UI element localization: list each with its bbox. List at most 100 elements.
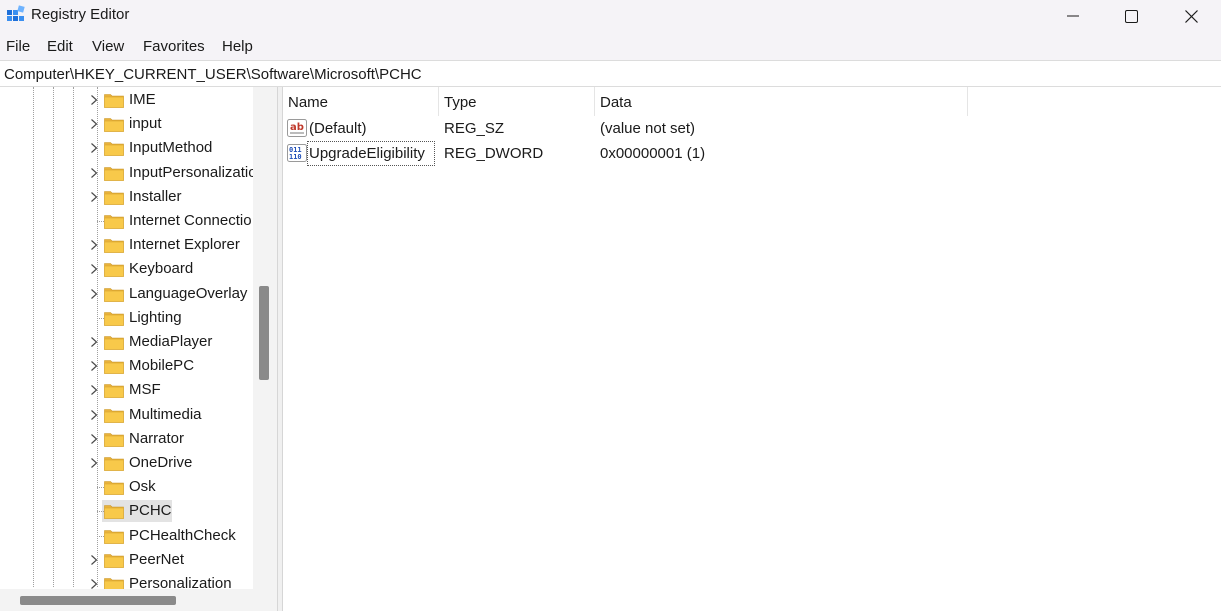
folder-icon: [104, 116, 124, 132]
tree-item[interactable]: input: [0, 112, 253, 136]
values-list-pane[interactable]: Name Type Data ab (Default) REG_SZ (valu…: [283, 87, 1221, 611]
column-header-name[interactable]: Name: [283, 87, 438, 116]
tree-vertical-scroll-thumb[interactable]: [259, 286, 269, 380]
menu-file[interactable]: File: [6, 38, 30, 55]
tree-item-label: PeerNet: [129, 550, 185, 568]
chevron-right-icon[interactable]: [88, 287, 100, 301]
column-header-type[interactable]: Type: [439, 87, 594, 116]
tree-item-label: MediaPlayer: [129, 333, 213, 350]
chevron-right-icon[interactable]: [88, 117, 100, 131]
tree-item[interactable]: Installer: [0, 185, 253, 209]
column-header-data-label: Data: [600, 94, 632, 111]
tree-item[interactable]: Multimedia: [0, 403, 253, 427]
folder-icon: [104, 165, 124, 181]
value-data: (value not set): [600, 120, 696, 137]
tree-item-label: IME: [129, 91, 156, 108]
address-bar[interactable]: Computer\HKEY_CURRENT_USER\Software\Micr…: [0, 60, 1221, 87]
chevron-right-icon[interactable]: [88, 335, 100, 349]
chevron-right-icon[interactable]: [88, 359, 100, 373]
tree-item[interactable]: Lighting: [0, 306, 253, 330]
string-value-icon: ab: [287, 119, 307, 137]
minimize-icon: [1066, 15, 1079, 17]
chevron-right-icon[interactable]: [88, 577, 100, 589]
chevron-right-icon[interactable]: [88, 141, 100, 155]
tree-item[interactable]: OneDrive: [0, 451, 253, 475]
folder-icon: [104, 576, 124, 589]
tree-item-label: Narrator: [129, 429, 185, 447]
menu-view[interactable]: View: [92, 38, 124, 55]
tree-item[interactable]: Personalization: [0, 572, 253, 589]
menu-bar: File Edit View Favorites Help: [0, 32, 1221, 60]
folder-icon: [104, 552, 124, 568]
folder-icon: [104, 261, 124, 278]
maximize-icon: [1125, 9, 1138, 23]
folder-icon: [104, 237, 124, 253]
folder-icon: [104, 286, 124, 302]
tree-item[interactable]: InputMethod: [0, 136, 253, 160]
tree-item[interactable]: MediaPlayer: [0, 330, 253, 354]
column-divider[interactable]: [967, 87, 968, 116]
tree-item-label: PCHC: [129, 502, 172, 520]
folder-icon: [104, 189, 124, 205]
tree-item-label: LanguageOverlay: [129, 284, 248, 302]
chevron-right-icon[interactable]: [88, 383, 100, 397]
minimize-button[interactable]: [1042, 0, 1103, 32]
tree-item[interactable]: PCHealthCheck: [0, 524, 253, 548]
tree-item[interactable]: Osk: [0, 475, 253, 499]
folder-icon: [104, 528, 124, 544]
tree-item-label: OneDrive: [129, 454, 193, 471]
chevron-right-icon[interactable]: [88, 190, 100, 204]
column-header-data[interactable]: Data: [595, 87, 967, 116]
tree-item[interactable]: MSF: [0, 378, 253, 402]
chevron-right-icon[interactable]: [88, 262, 100, 276]
chevron-right-icon[interactable]: [88, 408, 100, 422]
tree-item-label: InputPersonalizatio: [129, 163, 253, 181]
tree-item-label: Installer: [129, 187, 182, 205]
tree-item[interactable]: LanguageOverlay: [0, 282, 253, 306]
binary-value-icon: 011 110: [287, 144, 307, 162]
tree-item[interactable]: Internet Explorer: [0, 233, 253, 257]
svg-text:ab: ab: [290, 122, 304, 133]
folder-icon: [104, 310, 124, 326]
close-button[interactable]: [1161, 0, 1221, 32]
tree-item-label: MSF: [129, 381, 161, 399]
tree-item-label: Multimedia: [129, 405, 202, 423]
folder-icon: [104, 92, 124, 108]
tree-item[interactable]: IME: [0, 88, 253, 112]
tree-item-label: Lighting: [129, 308, 182, 326]
tree-connector-line: [97, 535, 104, 537]
tree-item[interactable]: Narrator: [0, 427, 253, 451]
chevron-right-icon[interactable]: [88, 238, 100, 252]
tree-connector-line: [97, 511, 104, 513]
tree-item[interactable]: PeerNet: [0, 548, 253, 572]
tree-item[interactable]: MobilePC: [0, 354, 253, 378]
tree-connector-line: [97, 317, 104, 319]
column-header-name-label: Name: [288, 94, 329, 111]
chevron-right-icon[interactable]: [88, 93, 100, 107]
tree-item[interactable]: InputPersonalizatio: [0, 161, 253, 185]
chevron-right-icon[interactable]: [88, 553, 100, 567]
tree-item-label: PCHealthCheck: [129, 526, 236, 544]
folder-icon: [104, 407, 124, 423]
address-path[interactable]: Computer\HKEY_CURRENT_USER\Software\Micr…: [4, 66, 422, 83]
chevron-right-icon[interactable]: [88, 432, 100, 446]
tree-item[interactable]: Keyboard: [0, 257, 253, 281]
tree-item-label: Osk: [129, 478, 156, 496]
menu-edit[interactable]: Edit: [47, 38, 73, 55]
maximize-button[interactable]: [1101, 0, 1162, 32]
close-icon: [1185, 9, 1198, 23]
tree-item-label: InputMethod: [129, 139, 213, 157]
tree-item[interactable]: PCHC: [0, 499, 253, 523]
tree-item-label: Keyboard: [129, 260, 194, 278]
menu-help[interactable]: Help: [222, 38, 253, 55]
tree-horizontal-scroll-thumb[interactable]: [20, 596, 176, 605]
folder-icon: [104, 334, 124, 350]
tree-item[interactable]: Internet Connectio: [0, 209, 253, 233]
menu-favorites[interactable]: Favorites: [143, 38, 205, 55]
value-row-default[interactable]: ab (Default) REG_SZ (value not set): [283, 116, 1221, 141]
svg-text:110: 110: [289, 153, 302, 161]
value-row-upgradeeligibility[interactable]: 011 110 UpgradeEligibility REG_DWORD 0x0…: [283, 141, 1221, 166]
key-tree-pane[interactable]: IME input InputMethod InputPersonalizatio In…: [0, 87, 277, 611]
chevron-right-icon[interactable]: [88, 166, 100, 180]
chevron-right-icon[interactable]: [88, 456, 100, 470]
